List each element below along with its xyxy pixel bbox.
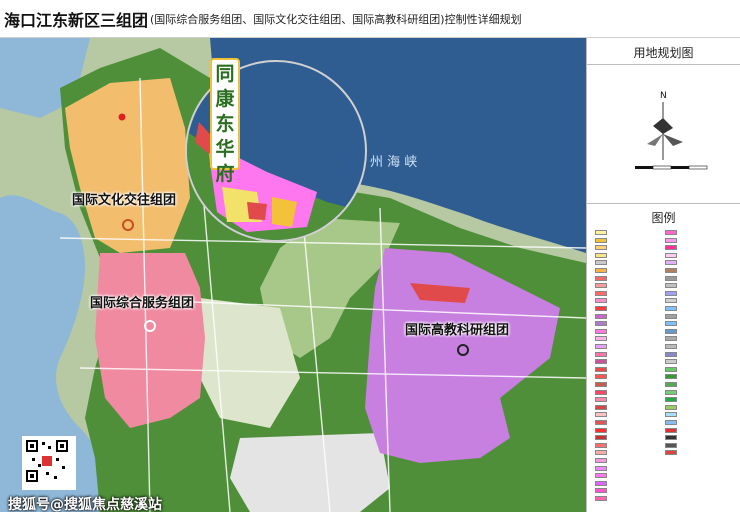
legend-swatch (595, 450, 607, 456)
legend-swatch (665, 389, 677, 395)
legend-swatch (595, 374, 607, 380)
legend-swatch (595, 260, 607, 266)
legend-swatch (665, 420, 677, 425)
compass-rose-icon-3 (647, 134, 663, 146)
legend-swatch (595, 268, 607, 273)
legend-swatch (595, 488, 607, 494)
compass-rose-icon-2 (663, 134, 683, 146)
divider (587, 64, 740, 65)
legend-swatch (595, 420, 607, 425)
legend-swatch (595, 427, 607, 433)
legend-swatch (595, 237, 607, 243)
legend-swatch (665, 374, 677, 380)
airport-area (230, 433, 390, 512)
qr-code (22, 436, 76, 490)
zone-services (95, 253, 205, 428)
legend-swatch (665, 313, 677, 319)
legend-swatch (595, 351, 607, 357)
zone-label-education: 国际高教科研组团 (405, 323, 510, 338)
title-bar: 海口江东新区三组团 (国际综合服务组团、国际文化交往组团、国际高教科研组团)控制性… (0, 0, 740, 38)
legend-swatch (595, 283, 607, 289)
zone-label-services: 国际综合服务组团 (90, 296, 195, 311)
legend-swatch (665, 237, 677, 243)
legend-swatch (665, 283, 677, 289)
legend-swatch (665, 351, 677, 357)
legend-swatch (665, 344, 677, 349)
legend-swatch (595, 321, 607, 327)
legend-swatch (665, 397, 677, 403)
legend-swatch (595, 230, 607, 235)
legend-swatch (665, 306, 677, 311)
legend-swatch (665, 442, 677, 448)
land-use-map: 州 海 峡 同康东华府 国际文化交往组团 国际综合服务组团 国际高教科研组团 搜… (0, 38, 586, 512)
legend-swatch (665, 298, 677, 304)
zone-label-cultural: 国际文化交往组团 (72, 193, 177, 208)
legend-swatch (595, 328, 607, 334)
scale-bar-white-2 (688, 165, 708, 170)
legend-swatch (595, 275, 607, 281)
legend-swatch (595, 412, 607, 418)
legend-swatch (595, 496, 607, 501)
scale-bar-black-1 (635, 166, 653, 169)
legend-swatch (665, 230, 677, 235)
legend-swatch (665, 427, 677, 433)
compass-rose-icon (653, 118, 673, 134)
legend-swatch (665, 321, 677, 327)
legend-swatch (665, 275, 677, 281)
legend-swatch (665, 268, 677, 273)
legend-swatch (665, 245, 677, 251)
legend-swatch (665, 404, 677, 410)
scale-bar-black-2 (671, 166, 689, 169)
divider-legend (587, 203, 740, 204)
scale-bar-white-1 (652, 165, 672, 170)
legend-panel: 用地规划图 N 图例 (586, 38, 740, 512)
legend-swatch (595, 404, 607, 410)
legend-swatch (665, 359, 677, 365)
qr-pattern (24, 438, 70, 484)
legend-swatch (595, 382, 607, 387)
legend-swatch (595, 313, 607, 319)
sea-label: 州 海 峡 (370, 155, 417, 170)
legend-swatch (595, 298, 607, 304)
legend-swatch (595, 359, 607, 365)
legend-swatch (595, 344, 607, 349)
north-label: N (660, 91, 667, 101)
legend-swatch (595, 435, 607, 441)
compass-scale: N (635, 91, 708, 170)
callout-parcel-red (247, 202, 267, 220)
legend-swatch (665, 252, 677, 258)
project-callout-label: 同康东华府 (210, 58, 240, 185)
legend-swatch (665, 260, 677, 266)
legend-swatch (595, 397, 607, 403)
watermark-text: 搜狐号@搜狐焦点慈溪站 (8, 497, 162, 512)
legend-swatch (595, 290, 607, 296)
page-subtitle: (国际综合服务组团、国际文化交往组团、国际高教科研组团)控制性详细规划 (150, 12, 522, 26)
location-marker (118, 113, 126, 121)
legend-swatch (595, 465, 607, 471)
legend-swatch (595, 336, 607, 342)
legend-swatch (595, 389, 607, 395)
page-title: 海口江东新区三组团 (4, 10, 149, 30)
legend-swatch (665, 336, 677, 342)
legend-swatch (595, 366, 607, 372)
legend-swatch (665, 435, 677, 441)
legend-title: 图例 (651, 211, 676, 225)
legend-swatch (595, 480, 607, 486)
legend-panel-title: 用地规划图 (633, 46, 694, 60)
legend-swatch (665, 412, 677, 418)
legend-swatch (665, 450, 677, 456)
legend-swatch (665, 290, 677, 296)
legend-swatch (595, 473, 607, 479)
legend-swatch (595, 252, 607, 258)
legend-swatch (665, 366, 677, 372)
legend-swatch (595, 245, 607, 251)
legend-swatch (665, 382, 677, 387)
legend-swatch (595, 306, 607, 311)
legend-swatch (595, 458, 607, 463)
legend-swatch (595, 442, 607, 448)
legend-swatch (665, 328, 677, 334)
